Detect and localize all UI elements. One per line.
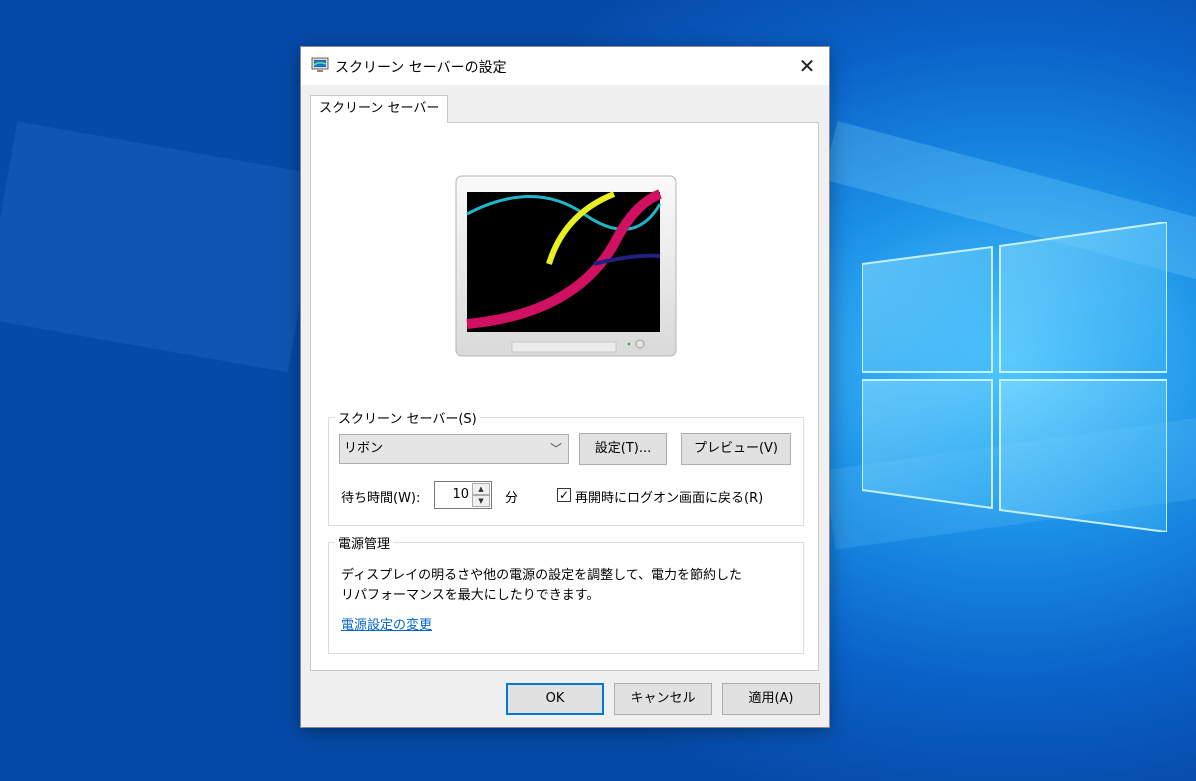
power-description-line1: ディスプレイの明るさや他の電源の設定を調整して、電力を節約した [341, 568, 743, 583]
tab-panel: スクリーン セーバー(S) リボン ﹀ 設定(T)... プレビュー(V) 待ち… [310, 122, 819, 671]
power-management-group: 電源管理 ディスプレイの明るさや他の電源の設定を調整して、電力を節約した リパフ… [328, 533, 804, 654]
wait-time-unit: 分 [505, 491, 519, 506]
power-description-line2: リパフォーマンスを最大にしたりできます。 [341, 588, 600, 603]
close-icon: ✕ [798, 54, 816, 78]
screensaver-monitor-icon [311, 57, 329, 72]
chevron-down-icon: ﹀ [549, 442, 562, 456]
spin-down-icon[interactable]: ▼ [472, 495, 490, 507]
wait-time-value: 10 [452, 487, 469, 502]
settings-button[interactable]: 設定(T)... [579, 433, 667, 465]
screensaver-group: スクリーン セーバー(S) リボン ﹀ 設定(T)... プレビュー(V) 待ち… [328, 408, 804, 526]
preview-button[interactable]: プレビュー(V) [681, 433, 791, 465]
power-settings-link[interactable]: 電源設定の変更 [341, 614, 432, 633]
screensaver-select[interactable]: リボン ﹀ [339, 434, 569, 464]
power-group-label: 電源管理 [335, 533, 394, 552]
screensaver-group-label: スクリーン セーバー(S) [335, 408, 480, 427]
screensaver-settings-dialog: スクリーン セーバーの設定 ✕ スクリーン セーバー スクリーン セーバー(S)… [300, 46, 830, 728]
apply-button[interactable]: 適用(A) [722, 683, 820, 715]
cancel-button[interactable]: キャンセル [614, 683, 712, 715]
dialog-title: スクリーン セーバーの設定 [335, 60, 507, 76]
wait-time-spinner[interactable]: 10 ▲ ▼ [434, 481, 492, 509]
ok-button[interactable]: OK [506, 683, 604, 715]
windows-logo-icon [862, 222, 1167, 532]
title-bar[interactable]: スクリーン セーバーの設定 ✕ [301, 47, 829, 85]
logon-checkbox[interactable]: ✓ [557, 488, 571, 502]
screensaver-selected-value: リボン [344, 441, 384, 456]
close-button[interactable]: ✕ [785, 47, 829, 85]
tab-screensaver[interactable]: スクリーン セーバー [310, 95, 449, 123]
spin-up-icon[interactable]: ▲ [472, 483, 490, 495]
light-beam [0, 121, 323, 373]
wait-time-label: 待ち時間(W): [341, 491, 421, 506]
logon-checkbox-label[interactable]: 再開時にログオン画面に戻る(R) [575, 487, 763, 506]
monitor-preview [455, 175, 677, 357]
